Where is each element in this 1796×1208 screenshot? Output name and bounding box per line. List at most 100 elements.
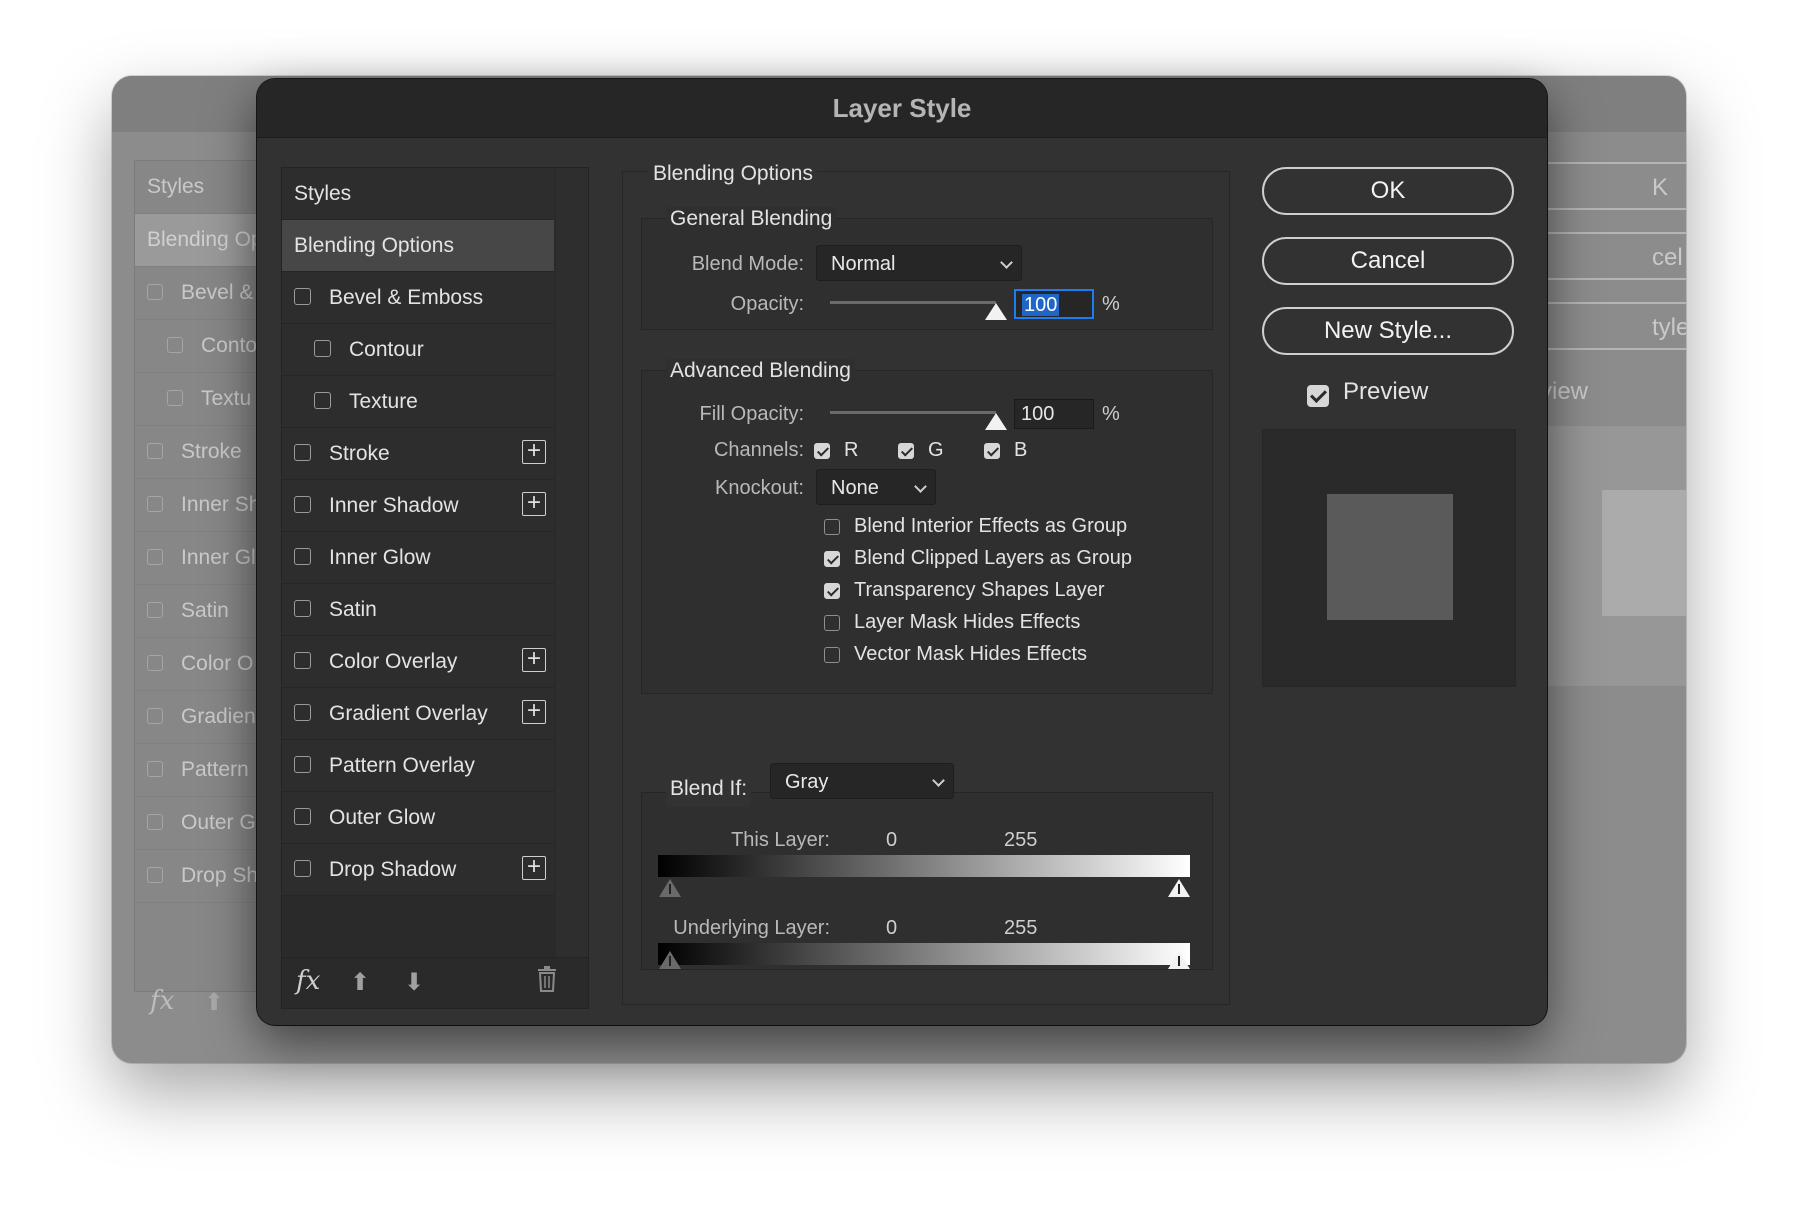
style-checkbox[interactable] <box>294 496 311 514</box>
style-list-item[interactable]: Bevel & Emboss <box>282 272 554 324</box>
blend-interior-effects-checkbox[interactable] <box>824 519 840 535</box>
add-effect-icon[interactable]: + <box>522 699 546 724</box>
transparency-shapes-checkbox[interactable] <box>824 583 840 599</box>
background-list-item-label: Pattern <box>181 758 249 781</box>
background-checkbox <box>167 389 183 406</box>
general-blending-group: General Blending Blend Mode: Normal Opac… <box>641 207 1213 330</box>
this-layer-gradient <box>658 855 1190 877</box>
background-checkbox <box>147 495 163 512</box>
this-layer-label: This Layer: <box>731 829 830 851</box>
background-checkbox <box>147 601 163 618</box>
style-checkbox[interactable] <box>294 860 311 878</box>
ok-button[interactable]: OK <box>1262 167 1514 215</box>
style-checkbox[interactable] <box>294 288 311 306</box>
style-list-item-label: Color Overlay <box>329 650 458 673</box>
background-list-item-label: Gradien <box>181 705 256 728</box>
new-style-button[interactable]: New Style... <box>1262 307 1514 355</box>
style-list-item[interactable]: Styles <box>282 168 554 220</box>
style-list-item[interactable]: Inner Glow <box>282 532 554 584</box>
background-list-item-label: Textu <box>201 387 252 410</box>
blend-interior-effects-label: Blend Interior Effects as Group <box>854 515 1128 537</box>
preview-label: Preview <box>1343 378 1429 405</box>
underlying-layer-white-slider[interactable] <box>1168 951 1190 969</box>
background-list-item-label: Satin <box>181 599 229 622</box>
style-checkbox[interactable] <box>294 548 311 566</box>
move-up-icon[interactable]: ⬆ <box>350 968 370 997</box>
style-checkbox[interactable] <box>294 444 311 462</box>
style-list-item[interactable]: Drop Shadow + <box>282 844 554 896</box>
underlying-layer-black-slider[interactable] <box>659 951 681 969</box>
this-layer-black-slider[interactable] <box>659 879 681 897</box>
style-list-item-label: Drop Shadow <box>329 858 457 881</box>
blend-clipped-layers-checkbox[interactable] <box>824 551 840 567</box>
style-list-item-label: Bevel & Emboss <box>329 286 484 309</box>
chevron-down-icon <box>1000 256 1013 269</box>
style-checkbox[interactable] <box>294 756 311 774</box>
channel-b-checkbox[interactable] <box>984 443 1000 459</box>
opacity-unit: % <box>1102 293 1120 315</box>
preview-checkbox[interactable] <box>1307 385 1329 407</box>
fx-menu-icon[interactable]: fx <box>296 966 320 996</box>
add-effect-icon[interactable]: + <box>522 491 546 516</box>
style-list-item[interactable]: Inner Shadow + <box>282 480 554 532</box>
background-preview-swatch <box>1602 490 1686 616</box>
style-list-item[interactable]: Pattern Overlay <box>282 740 554 792</box>
style-checkbox[interactable] <box>314 340 331 358</box>
add-effect-icon[interactable]: + <box>522 439 546 464</box>
trash-icon[interactable] <box>536 966 558 999</box>
channel-r-label: R <box>844 439 859 461</box>
opacity-input[interactable]: 100 <box>1014 289 1094 319</box>
chevron-down-icon <box>932 774 945 787</box>
opacity-label: Opacity: <box>730 293 804 315</box>
background-checkbox <box>147 654 163 671</box>
style-list-item[interactable]: Satin <box>282 584 554 636</box>
underlying-layer-gradient <box>658 943 1190 965</box>
style-list-item-label: Texture <box>349 390 418 413</box>
layer-mask-hides-checkbox[interactable] <box>824 615 840 631</box>
knockout-select[interactable]: None <box>816 469 936 505</box>
style-checkbox[interactable] <box>294 808 311 826</box>
style-checkbox[interactable] <box>294 652 311 670</box>
style-list-item[interactable]: Blending Options <box>282 220 554 272</box>
preview-swatch <box>1327 494 1453 620</box>
vector-mask-hides-checkbox[interactable] <box>824 647 840 663</box>
add-effect-icon[interactable]: + <box>522 855 546 880</box>
style-list-item-label: Stroke <box>329 442 390 465</box>
add-effect-icon[interactable]: + <box>522 647 546 672</box>
vector-mask-hides-label: Vector Mask Hides Effects <box>854 643 1088 665</box>
fill-opacity-slider[interactable] <box>830 411 996 414</box>
layer-mask-hides-label: Layer Mask Hides Effects <box>854 611 1081 633</box>
fill-opacity-input[interactable]: 100 <box>1014 399 1094 429</box>
blend-if-select[interactable]: Gray <box>770 763 954 799</box>
style-list-item[interactable]: Color Overlay + <box>282 636 554 688</box>
advanced-blending-group: Advanced Blending Fill Opacity: 100 % Ch… <box>641 359 1213 694</box>
fill-opacity-slider-thumb[interactable] <box>985 413 1007 430</box>
fill-opacity-value: 100 <box>1021 403 1055 425</box>
style-checkbox[interactable] <box>314 392 331 410</box>
opacity-slider-thumb[interactable] <box>985 303 1007 320</box>
blend-mode-select[interactable]: Normal <box>816 245 1022 281</box>
transparency-shapes-label: Transparency Shapes Layer <box>854 579 1105 601</box>
style-checkbox[interactable] <box>294 704 311 722</box>
style-list-item[interactable]: Gradient Overlay + <box>282 688 554 740</box>
move-down-icon[interactable]: ⬇ <box>404 968 424 997</box>
style-list-scrollbar[interactable] <box>556 168 588 958</box>
background-checkbox <box>147 760 163 777</box>
channel-g-checkbox[interactable] <box>898 443 914 459</box>
style-list-item[interactable]: Contour <box>282 324 554 376</box>
style-list-panel: Styles Blending Options Bevel & Emboss Cont… <box>281 167 589 1009</box>
style-list-item[interactable]: Stroke + <box>282 428 554 480</box>
this-layer-white-slider[interactable] <box>1168 879 1190 897</box>
underlying-layer-max: 255 <box>1004 917 1038 939</box>
style-list-item[interactable]: Outer Glow <box>282 792 554 844</box>
channel-r-checkbox[interactable] <box>814 443 830 459</box>
style-list-item-label: Outer Glow <box>329 806 436 829</box>
background-fx-icon: fx <box>150 986 175 1016</box>
blend-if-value: Gray <box>785 771 829 793</box>
style-checkbox[interactable] <box>294 600 311 618</box>
fill-opacity-unit: % <box>1102 403 1120 425</box>
channels-label: Channels: <box>713 439 804 461</box>
opacity-slider[interactable] <box>830 301 996 304</box>
style-list-item[interactable]: Texture <box>282 376 554 428</box>
cancel-button[interactable]: Cancel <box>1262 237 1514 285</box>
